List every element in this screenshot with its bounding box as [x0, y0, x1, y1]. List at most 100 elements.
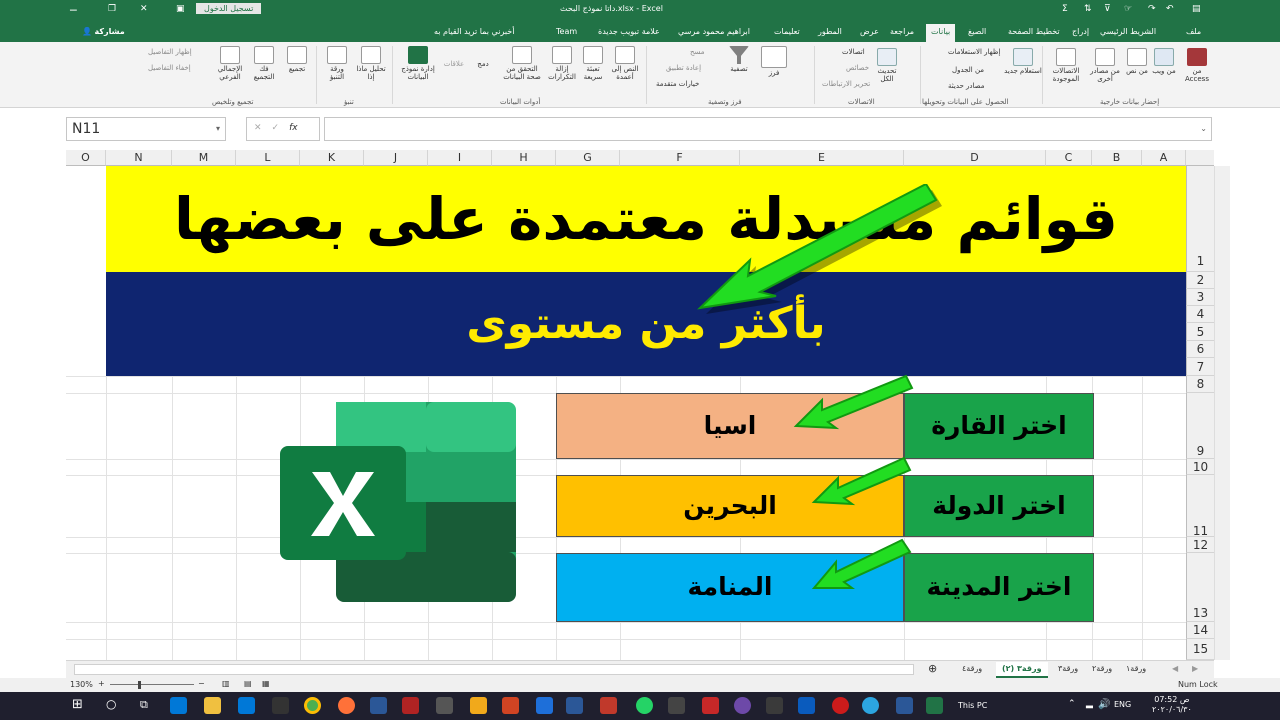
access-taskbar-icon[interactable]: [402, 697, 419, 714]
tab-view[interactable]: عرض: [860, 27, 879, 36]
show-detail-button[interactable]: إظهار التفاصيل: [148, 48, 192, 56]
tab-home[interactable]: الشريط الرئيسي: [1100, 27, 1156, 36]
normal-view-icon[interactable]: ▦: [262, 679, 270, 688]
sort-az-button[interactable]: فرز: [760, 46, 788, 77]
expand-formula-icon[interactable]: ⌄: [1200, 124, 1207, 133]
continent-label-cell[interactable]: اختر القارة: [904, 393, 1094, 459]
column-header-n[interactable]: N: [106, 150, 172, 166]
word-taskbar-icon[interactable]: [896, 697, 913, 714]
tab-user[interactable]: ابراهيم محمود مرسي: [678, 27, 750, 36]
column-header-i[interactable]: I: [428, 150, 492, 166]
sheet-tab-active[interactable]: ورقة٣ (٢): [996, 662, 1048, 678]
data-validation-button[interactable]: التحقق من صحة البيانات: [500, 46, 544, 81]
app-taskbar-icon[interactable]: [668, 697, 685, 714]
sigma-icon[interactable]: Σ: [1062, 4, 1068, 14]
row-header-5[interactable]: 5: [1186, 323, 1214, 341]
tab-data[interactable]: بيانات: [926, 24, 956, 42]
close-icon[interactable]: ✕: [140, 4, 148, 14]
name-box[interactable]: N11 ▾: [66, 117, 226, 141]
tab-file[interactable]: ملف: [1186, 27, 1201, 36]
undo-icon[interactable]: ↶: [1166, 4, 1174, 14]
other-sources-button[interactable]: من مصادر أخرى: [1088, 48, 1122, 83]
task-view-icon[interactable]: ⧉: [140, 698, 148, 712]
column-header-a[interactable]: A: [1142, 150, 1186, 166]
tab-insert[interactable]: إدراج: [1072, 27, 1089, 36]
app-taskbar-icon[interactable]: [536, 697, 553, 714]
row-header-7[interactable]: 7: [1186, 358, 1214, 376]
app-taskbar-icon[interactable]: [272, 697, 289, 714]
sheet-tab-2[interactable]: ورقة٢: [1086, 662, 1118, 678]
column-header-f[interactable]: F: [620, 150, 740, 166]
from-text-button[interactable]: من نص: [1124, 48, 1150, 75]
chevron-down-icon[interactable]: ▾: [216, 124, 220, 133]
clear-filter-button[interactable]: مسح: [690, 48, 705, 56]
tab-page-layout[interactable]: تخطيط الصفحة: [1008, 27, 1060, 36]
zoom-out-icon[interactable]: −: [198, 679, 205, 688]
data-model-button[interactable]: إدارة نموذج البيانات: [398, 46, 438, 81]
volume-icon[interactable]: 🔊: [1098, 699, 1110, 710]
row-header-6[interactable]: 6: [1186, 341, 1214, 358]
zoom-in-icon[interactable]: +: [98, 679, 105, 688]
subtotal-button[interactable]: الإجمالي الفرعي: [212, 46, 248, 81]
column-header-h[interactable]: H: [492, 150, 556, 166]
existing-connections-button[interactable]: الاتصالات الموجودة: [1046, 48, 1086, 83]
tab-help[interactable]: تعليمات: [774, 27, 800, 36]
telegram-taskbar-icon[interactable]: [862, 697, 879, 714]
sheet-tab-5[interactable]: ورقة٤: [956, 662, 988, 678]
row-header-11[interactable]: 11: [1186, 475, 1214, 538]
what-if-button[interactable]: تحليل ماذا إذا: [354, 46, 388, 81]
scroll-tabs-right-icon[interactable]: ▶: [1186, 662, 1204, 678]
select-all-corner[interactable]: [1186, 150, 1214, 166]
windows-start-icon[interactable]: ⊞: [72, 697, 83, 712]
tab-developer[interactable]: المطور: [818, 27, 842, 36]
chrome-taskbar-icon[interactable]: [304, 697, 321, 714]
reapply-button[interactable]: إعادة تطبيق: [666, 64, 701, 72]
touch-icon[interactable]: ☞: [1124, 4, 1132, 14]
column-header-g[interactable]: G: [556, 150, 620, 166]
viber-taskbar-icon[interactable]: [734, 697, 751, 714]
row-header-2[interactable]: 2: [1186, 272, 1214, 289]
ribbon-display-icon[interactable]: ▣: [176, 4, 185, 14]
show-queries-button[interactable]: إظهار الاستعلامات: [948, 48, 1000, 56]
consolidate-button[interactable]: دمج: [470, 60, 496, 68]
remove-duplicates-button[interactable]: إزالة التكرارات: [546, 46, 578, 81]
app-taskbar-icon[interactable]: [470, 697, 487, 714]
tab-review[interactable]: مراجعة: [890, 27, 914, 36]
page-layout-view-icon[interactable]: ▤: [244, 679, 252, 688]
page-break-view-icon[interactable]: ▥: [222, 679, 230, 688]
clock[interactable]: 07:52 ص ٢٠٢٠/٠٦/٣٠: [1152, 695, 1192, 715]
advanced-filter-button[interactable]: خيارات متقدمة: [656, 80, 699, 88]
from-access-button[interactable]: من Access: [1180, 48, 1214, 83]
app-taskbar-icon[interactable]: [370, 697, 387, 714]
flash-fill-button[interactable]: تعبئة سريعة: [578, 46, 608, 81]
column-header-k[interactable]: K: [300, 150, 364, 166]
row-header-8[interactable]: 8: [1186, 376, 1214, 393]
app-taskbar-icon[interactable]: [600, 697, 617, 714]
this-pc-toolbar[interactable]: This PC: [958, 701, 987, 710]
edit-links-button[interactable]: تحرير الارتباطات: [822, 80, 870, 88]
tell-me-search[interactable]: أخبرني بما تريد القيام به: [434, 27, 514, 36]
worksheet-grid[interactable]: O N M L K J I H G F E D C B A 1 2 3 4 5 …: [66, 150, 1214, 660]
row-header-14[interactable]: 14: [1186, 622, 1214, 639]
scroll-tabs-left-icon[interactable]: ◀: [1166, 662, 1184, 678]
row-header-15[interactable]: 15: [1186, 639, 1214, 660]
relationships-button[interactable]: علاقات: [440, 60, 468, 68]
from-web-button[interactable]: من ويب: [1150, 48, 1178, 75]
filter-icon[interactable]: ⊽: [1104, 4, 1111, 14]
minimize-icon[interactable]: ─: [70, 4, 77, 17]
tray-expand-icon[interactable]: ⌃: [1068, 699, 1076, 709]
sheet-tab-1[interactable]: ورقة١: [1120, 662, 1152, 678]
edge-taskbar-icon[interactable]: [238, 697, 255, 714]
column-header-c[interactable]: C: [1046, 150, 1092, 166]
row-header-12[interactable]: 12: [1186, 537, 1214, 553]
powerpoint-taskbar-icon[interactable]: [502, 697, 519, 714]
ungroup-button[interactable]: فك التجميع: [248, 46, 280, 81]
column-header-d[interactable]: D: [904, 150, 1046, 166]
vertical-scrollbar[interactable]: [1214, 166, 1230, 660]
whatsapp-taskbar-icon[interactable]: [636, 697, 653, 714]
group-button[interactable]: تجميع: [282, 46, 312, 73]
row-header-9[interactable]: 9: [1186, 393, 1214, 459]
column-header-o[interactable]: O: [66, 150, 106, 166]
word-taskbar-icon[interactable]: [566, 697, 583, 714]
save-icon[interactable]: ▤: [1192, 4, 1201, 14]
